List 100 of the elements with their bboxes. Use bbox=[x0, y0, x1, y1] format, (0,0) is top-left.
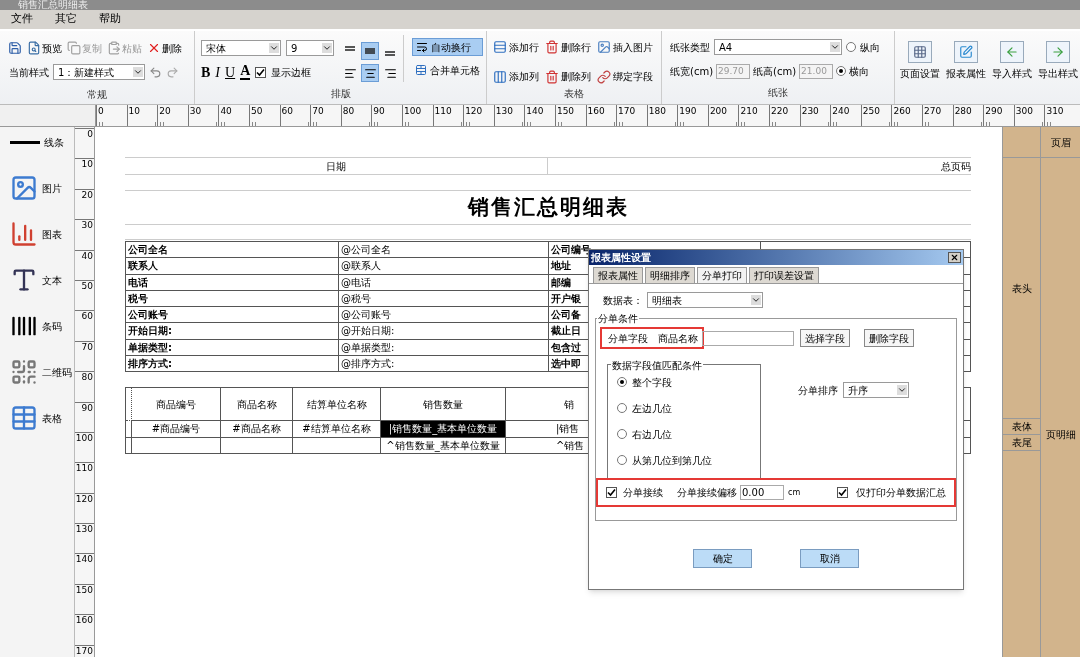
ruler-label: 280 bbox=[952, 105, 984, 126]
dialog-tab[interactable]: 明细排序 bbox=[645, 267, 695, 283]
export-icon bbox=[1051, 45, 1065, 59]
split-field-input[interactable] bbox=[702, 330, 794, 346]
radio-button[interactable] bbox=[617, 455, 627, 465]
delete-icon bbox=[147, 41, 161, 55]
text-style-button[interactable]: B bbox=[201, 61, 211, 83]
ruler-label: 110 bbox=[432, 105, 464, 126]
toolbox-item[interactable]: 条码 bbox=[10, 311, 62, 341]
toolbar-button[interactable]: 报表属性 bbox=[946, 41, 986, 81]
align-icon bbox=[383, 66, 397, 80]
ruler-label: 20 bbox=[75, 188, 94, 220]
report-props-icon bbox=[959, 45, 973, 59]
toolbar-button[interactable]: 添加列 bbox=[493, 69, 545, 84]
checkbox[interactable] bbox=[255, 66, 267, 78]
continue-label: 分单接续 bbox=[623, 486, 663, 500]
save-button[interactable] bbox=[8, 41, 22, 55]
toolbox-item[interactable]: 文本 bbox=[10, 265, 62, 295]
ruler-label: 130 bbox=[75, 523, 94, 554]
table-cell: 开始日期: bbox=[126, 323, 339, 340]
toolbar-button[interactable]: 删除 bbox=[147, 40, 182, 56]
ruler-label: 170 bbox=[75, 644, 94, 657]
paper-type-select[interactable]: A4 bbox=[714, 39, 842, 55]
ruler-label: 100 bbox=[75, 431, 94, 463]
auto-wrap-button[interactable]: 自动换行 bbox=[412, 38, 483, 56]
select-field-button[interactable]: 选择字段 bbox=[800, 329, 850, 347]
delete-row-icon bbox=[545, 40, 559, 54]
sort-select[interactable]: 升序 bbox=[843, 382, 909, 398]
dialog-tab[interactable]: 分单打印 bbox=[697, 267, 747, 283]
size-select[interactable]: 9 bbox=[286, 40, 334, 56]
toolbox-item[interactable]: 图表 bbox=[10, 219, 62, 249]
ruler-label: 10 bbox=[126, 105, 158, 126]
toolbar-button[interactable]: 绑定字段 bbox=[597, 69, 663, 84]
text-style-button[interactable]: I bbox=[215, 61, 220, 83]
toolbar-button[interactable]: 插入图片 bbox=[597, 40, 663, 54]
qrcode-icon bbox=[10, 358, 38, 386]
checkbox[interactable] bbox=[837, 487, 848, 498]
radio-button[interactable] bbox=[617, 429, 627, 439]
table-cell: 联系人 bbox=[126, 258, 339, 275]
text-style-button[interactable]: A bbox=[240, 64, 251, 80]
toolbar-button[interactable]: 添加行 bbox=[493, 40, 545, 54]
table-cell: 排序方式: bbox=[126, 356, 339, 373]
copy-icon bbox=[67, 41, 81, 55]
option-label: 左边几位 bbox=[632, 401, 672, 416]
delete-field-button[interactable]: 删除字段 bbox=[864, 329, 914, 347]
menu-item[interactable]: 帮助 bbox=[98, 11, 122, 28]
dropdown-icon bbox=[751, 295, 761, 305]
halign-button[interactable] bbox=[361, 64, 379, 82]
datatable-select[interactable]: 明细表 bbox=[647, 292, 763, 308]
ruler-label: 30 bbox=[75, 219, 94, 250]
toolbox-item[interactable]: 表格 bbox=[10, 403, 62, 433]
toolbox-item[interactable]: 线条 bbox=[10, 127, 64, 157]
radio-button[interactable] bbox=[836, 66, 847, 76]
menu-item[interactable]: 其它 bbox=[54, 11, 78, 28]
close-button[interactable] bbox=[948, 252, 961, 263]
paper-width-label: 纸宽(cm) bbox=[670, 64, 714, 79]
group-label: 常规 bbox=[86, 88, 108, 102]
report-title: 销售汇总明细表 bbox=[467, 193, 629, 221]
toolbar-button[interactable]: 页面设置 bbox=[900, 41, 940, 81]
ruler-label: 60 bbox=[75, 310, 94, 341]
toolbar-button[interactable]: 删除行 bbox=[545, 40, 597, 54]
border-label: 显示边框 bbox=[271, 65, 312, 80]
offset-field[interactable]: 0.00 bbox=[740, 485, 784, 500]
valign-button[interactable] bbox=[361, 42, 379, 60]
text-style-button[interactable]: U bbox=[225, 61, 236, 83]
column-header: 商品编号 bbox=[132, 388, 221, 422]
datatable-label: 数据表： bbox=[603, 293, 643, 308]
dialog-tab[interactable]: 打印误差设置 bbox=[749, 267, 819, 283]
toolbox-item[interactable]: 二维码 bbox=[10, 357, 72, 387]
radio-button[interactable] bbox=[617, 403, 627, 413]
band-label: 表尾 bbox=[1003, 435, 1041, 451]
table-cell: 税号 bbox=[126, 290, 339, 308]
align-icon bbox=[363, 66, 377, 80]
toolbar-button[interactable]: 导入样式 bbox=[992, 41, 1032, 81]
window-title: 销售汇总明细表 bbox=[18, 0, 88, 10]
cancel-button[interactable]: 取消 bbox=[800, 549, 859, 568]
radio-button[interactable] bbox=[617, 377, 627, 387]
dialog-tab[interactable]: 报表属性 bbox=[593, 267, 643, 283]
align-icon bbox=[343, 66, 357, 80]
dropdown-icon bbox=[133, 67, 143, 77]
checkbox[interactable] bbox=[606, 487, 617, 498]
radio-button[interactable] bbox=[846, 42, 856, 52]
font-select[interactable]: 宋体 bbox=[201, 40, 281, 56]
ok-button[interactable]: 确定 bbox=[693, 549, 752, 568]
table-cell: #商品名称 bbox=[221, 421, 293, 438]
undo-icon[interactable] bbox=[149, 65, 162, 79]
ruler-label: 250 bbox=[860, 105, 892, 126]
ruler-label: 90 bbox=[75, 401, 94, 432]
menu-item[interactable]: 文件 bbox=[10, 11, 34, 28]
toolbar-button[interactable]: 预览 bbox=[27, 40, 62, 56]
toolbox-item[interactable]: 图片 bbox=[10, 173, 62, 203]
ruler-label: 200 bbox=[707, 105, 739, 126]
toolbar-button[interactable]: 导出样式 bbox=[1038, 41, 1078, 81]
bind-field-icon bbox=[597, 69, 611, 84]
style-select[interactable]: 1：新建样式 bbox=[53, 64, 145, 80]
merge-cells-button[interactable]: 合并单元格 bbox=[412, 61, 483, 79]
ruler-label: 80 bbox=[75, 371, 94, 402]
ruler-label: 0 bbox=[75, 128, 94, 159]
toolbar-button[interactable]: 删除列 bbox=[545, 69, 597, 84]
page-header-cell-text: 总页码 bbox=[940, 160, 971, 174]
